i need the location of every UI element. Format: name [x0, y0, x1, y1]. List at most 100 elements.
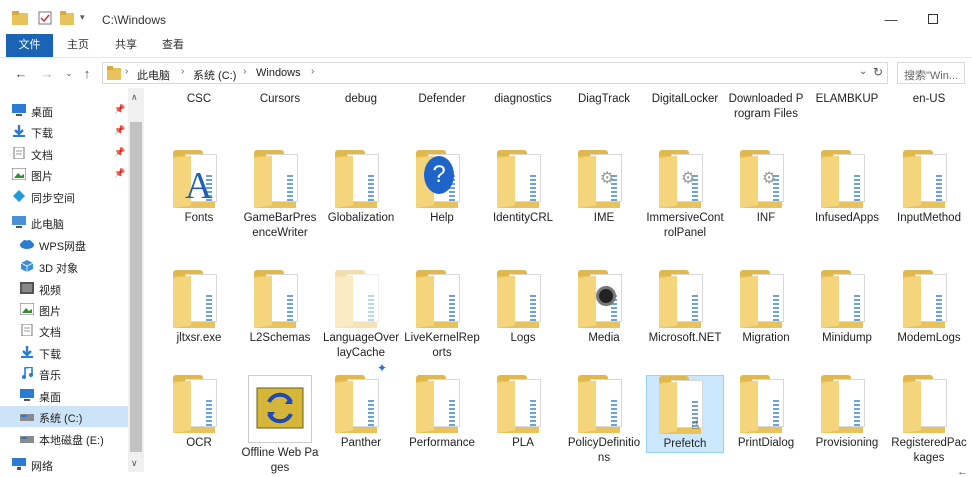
file-name: Fonts	[184, 212, 214, 224]
file-name: ELAMBKUP	[815, 93, 879, 105]
scroll-down-icon[interactable]: ∨	[131, 458, 138, 469]
nav-item[interactable]: 文档	[0, 320, 128, 341]
breadcrumb-windows[interactable]: Windows	[256, 67, 301, 79]
file-item[interactable]: LiveKernelReports	[403, 270, 481, 361]
scrollbar-thumb[interactable]	[130, 122, 142, 452]
search-input[interactable]: 搜索"Win...	[897, 62, 965, 84]
file-item[interactable]: Minidump	[808, 270, 886, 346]
file-item[interactable]: L2Schemas	[241, 270, 319, 346]
chevron-down-icon: ⌄	[65, 67, 73, 78]
file-item[interactable]: PLA	[484, 375, 562, 451]
file-name: InputMethod	[897, 212, 961, 224]
nav-item[interactable]: 图片 📌	[0, 164, 128, 185]
nav-scrollbar[interactable]: ∧ ∨	[128, 88, 144, 472]
file-item[interactable]: DigitalLocker	[646, 92, 724, 107]
file-item[interactable]: PrintDialog	[727, 375, 805, 451]
file-item[interactable]: GameBarPresenceWriter	[241, 150, 319, 241]
nav-item[interactable]: 网络	[0, 454, 128, 475]
address-bar[interactable]: › 此电脑 › 系统 (C:) › Windows › ⌄ ↻	[102, 62, 888, 84]
file-item[interactable]: Logs	[484, 270, 562, 346]
file-item[interactable]: DiagTrack	[565, 92, 643, 107]
back-button[interactable]: ←	[12, 64, 30, 82]
folder-icon	[901, 150, 957, 208]
file-item[interactable]: Microsoft.NET	[646, 270, 724, 346]
file-item[interactable]: Prefetch ☝	[646, 375, 724, 453]
nav-item[interactable]: 音乐	[0, 363, 128, 384]
breadcrumb-system-drive[interactable]: 系统 (C:)	[193, 67, 236, 83]
file-name: InfusedApps	[815, 212, 879, 224]
file-item[interactable]: OCR	[160, 375, 238, 451]
file-item[interactable]: Media	[565, 270, 643, 346]
arrow-right-icon: →	[40, 65, 54, 81]
nav-item[interactable]: 下载	[0, 342, 128, 363]
new-folder-icon[interactable]	[60, 11, 74, 28]
file-item[interactable]: Provisioning	[808, 375, 886, 451]
nav-item-label: 下载	[39, 349, 61, 361]
file-item[interactable]: PolicyDefinitions	[565, 375, 643, 466]
tab-home[interactable]: 主页	[60, 34, 96, 57]
file-item[interactable]: ModemLogs	[890, 270, 968, 346]
nav-item[interactable]: 视频	[0, 278, 128, 299]
file-item[interactable]: ✦ Panther	[322, 361, 400, 451]
quick-access-dropdown-icon[interactable]: ▾	[80, 12, 85, 23]
nav-item[interactable]: 3D 对象	[0, 256, 128, 277]
address-dropdown-icon[interactable]: ⌄	[859, 66, 867, 77]
nav-item[interactable]: 系统 (C:)	[0, 406, 128, 427]
file-item[interactable]: Migration	[727, 270, 805, 346]
file-item[interactable]: InfusedApps	[808, 150, 886, 226]
nav-item[interactable]: 本地磁盘 (E:)	[0, 428, 128, 449]
file-item[interactable]: IdentityCRL	[484, 150, 562, 226]
file-item[interactable]: Performance	[403, 375, 481, 451]
file-item[interactable]: ⚙ ImmersiveControlPanel	[646, 150, 724, 241]
tab-share[interactable]: 共享	[108, 34, 144, 57]
folder-icon	[576, 375, 632, 433]
nav-item[interactable]: 文档 📌	[0, 143, 128, 164]
nav-item[interactable]: 桌面	[0, 385, 128, 406]
nav-item[interactable]: 同步空间	[0, 186, 128, 207]
up-button[interactable]: ↑	[78, 64, 96, 82]
file-item[interactable]: en-US	[890, 92, 968, 107]
file-item[interactable]: Offline Web Pages	[241, 375, 319, 476]
arrow-left-icon[interactable]: ←	[957, 466, 968, 477]
file-item[interactable]: LanguageOverlayCache	[322, 270, 400, 361]
pin-icon: 📌	[114, 147, 126, 157]
nav-item[interactable]: 图片	[0, 299, 128, 320]
tab-file[interactable]: 文件	[6, 34, 53, 57]
refresh-icon[interactable]: ↻	[873, 65, 883, 79]
tab-view[interactable]: 查看	[155, 34, 191, 57]
file-item[interactable]: ? Help	[403, 150, 481, 226]
file-name: Performance	[409, 437, 475, 449]
file-name: DigitalLocker	[651, 93, 719, 105]
file-item[interactable]: A Fonts	[160, 150, 238, 226]
folder-icon	[171, 270, 227, 328]
file-item[interactable]: CSC	[160, 92, 238, 107]
properties-icon[interactable]	[38, 11, 52, 28]
folder-icon: ⚙	[657, 150, 713, 208]
nav-item[interactable]: 此电脑	[0, 212, 128, 233]
file-item[interactable]: Globalization	[322, 150, 400, 226]
nav-item[interactable]: WPS网盘	[0, 234, 128, 255]
file-item[interactable]: debug	[322, 92, 400, 107]
file-item[interactable]: Downloaded Program Files	[727, 92, 805, 122]
nav-item-label: 系统 (C:)	[39, 413, 83, 425]
recent-locations-button[interactable]: ⌄	[60, 64, 78, 82]
file-item[interactable]: Cursors	[241, 92, 319, 107]
minimize-button[interactable]: —	[868, 6, 914, 32]
folder-icon: ⚙	[576, 150, 632, 208]
file-item[interactable]: jltxsr.exe	[160, 270, 238, 346]
pin-icon: 📌	[114, 125, 126, 135]
file-item[interactable]: Defender	[403, 92, 481, 107]
file-item[interactable]: ELAMBKUP	[808, 92, 886, 107]
file-item[interactable]: RegisteredPackages	[890, 375, 968, 466]
file-item[interactable]: InputMethod	[890, 150, 968, 226]
nav-item[interactable]: 下载 📌	[0, 121, 128, 142]
maximize-button[interactable]	[910, 6, 956, 32]
nav-item-label: 桌面	[39, 392, 61, 404]
nav-item[interactable]: 桌面 📌	[0, 100, 128, 121]
breadcrumb-this-pc[interactable]: 此电脑	[137, 67, 170, 83]
scroll-up-icon[interactable]: ∧	[131, 92, 138, 103]
file-item[interactable]: ⚙ IME	[565, 150, 643, 226]
file-item[interactable]: ⚙ INF	[727, 150, 805, 226]
forward-button[interactable]: →	[38, 64, 56, 82]
file-item[interactable]: diagnostics	[484, 92, 562, 107]
